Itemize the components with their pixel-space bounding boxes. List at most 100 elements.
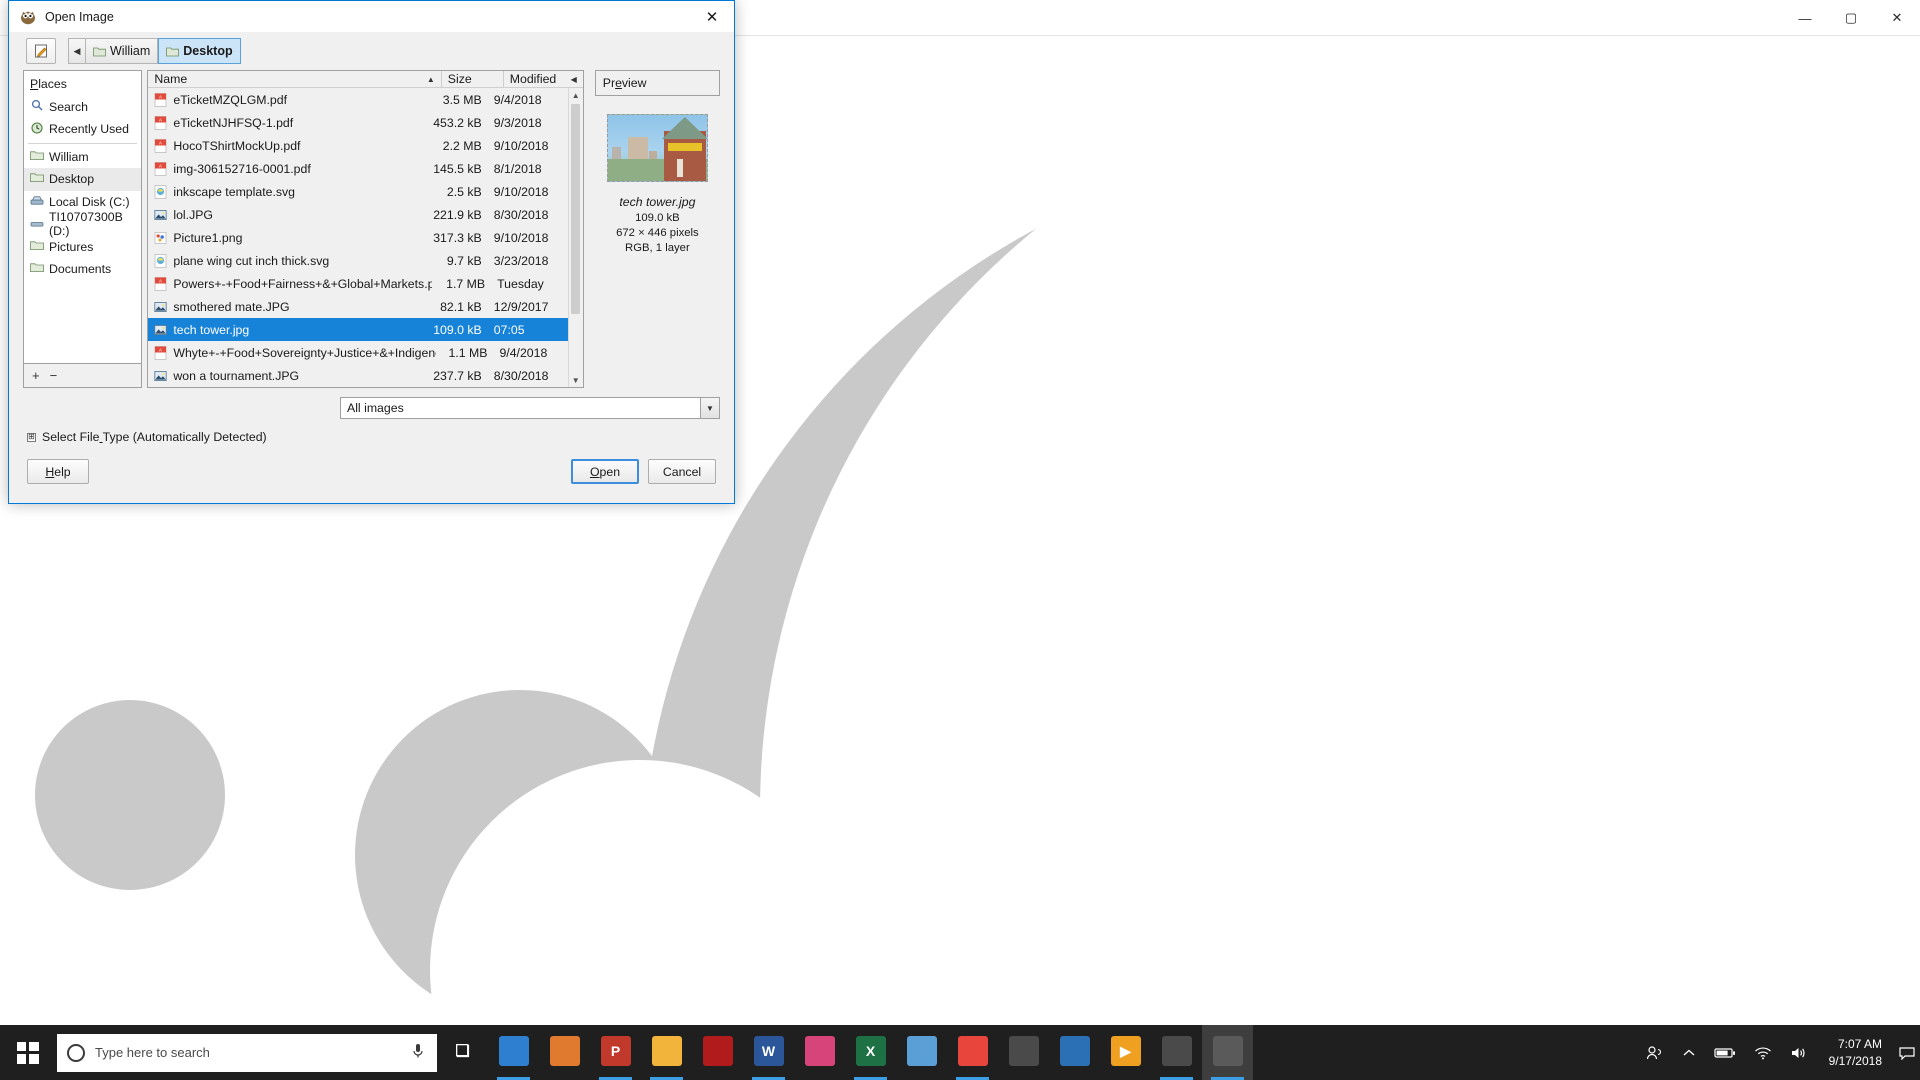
- sidebar-item-documents[interactable]: Documents: [24, 258, 141, 281]
- file-name-cell: inkscape template.svg: [148, 185, 425, 199]
- preview-color-info: RGB, 1 layer: [625, 242, 690, 254]
- calculator-icon[interactable]: [998, 1025, 1049, 1080]
- column-header-modified[interactable]: Modified ◀: [502, 71, 583, 87]
- column-header-name[interactable]: Name ▲: [148, 71, 440, 87]
- file-filter-value: All images: [347, 401, 404, 415]
- clock-icon: [29, 122, 44, 137]
- file-filter-select[interactable]: All images ▼: [340, 397, 720, 419]
- gimp-icon[interactable]: [1202, 1025, 1253, 1080]
- dialog-close-button[interactable]: ✕: [690, 1, 734, 32]
- add-place-button[interactable]: +: [32, 368, 40, 383]
- table-row[interactable]: inkscape template.svg 2.5 kB 9/10/2018: [148, 180, 567, 203]
- help-button[interactable]: Help: [27, 459, 89, 484]
- places-actions: + −: [23, 364, 143, 388]
- background-minimize-button[interactable]: —: [1782, 0, 1828, 36]
- sidebar-item-william-label: William: [49, 149, 89, 164]
- breadcrumb-william[interactable]: William: [86, 38, 159, 64]
- wallpaper-circle-small: [35, 700, 225, 890]
- paint3d-icon[interactable]: [794, 1025, 845, 1080]
- preview-panel: Preview tech tower.jpg 109.0 kB 672 × 44…: [594, 70, 720, 388]
- table-row[interactable]: won a tournament.JPG 237.7 kB 8/30/2018: [148, 364, 567, 387]
- file-modified-cell: 8/30/2018: [493, 368, 549, 383]
- svg-text:A: A: [159, 117, 162, 122]
- table-row[interactable]: A Whyte+-+Food+Sovereignty+Justice+&+Indi…: [148, 341, 567, 364]
- dialog-titlebar[interactable]: Open Image ✕: [9, 1, 734, 32]
- microphone-icon[interactable]: [409, 1043, 427, 1062]
- table-row[interactable]: Picture1.png 317.3 kB 9/10/2018: [148, 226, 567, 249]
- file-list-header: Name ▲ Size Modified ◀: [148, 71, 583, 88]
- mail-icon[interactable]: [1049, 1025, 1100, 1080]
- scroll-down-icon[interactable]: ▼: [572, 373, 580, 387]
- sidebar-item-desktop[interactable]: Desktop: [24, 168, 142, 191]
- image-icon: [154, 208, 168, 222]
- sidebar-item-pictures[interactable]: Pictures: [24, 236, 141, 259]
- table-row[interactable]: A HocoTShirtMockUp.pdf 2.2 MB 9/10/2018: [148, 134, 567, 157]
- open-button[interactable]: Open: [571, 459, 639, 484]
- notifications-icon[interactable]: [1894, 1025, 1920, 1080]
- remove-place-button[interactable]: −: [50, 368, 58, 383]
- word-icon[interactable]: W: [743, 1025, 794, 1080]
- table-row[interactable]: A Powers+-+Food+Fairness+&+Global+Markets…: [148, 272, 567, 295]
- sidebar-item-william[interactable]: William: [24, 146, 141, 169]
- file-size-cell: 221.9 kB: [433, 207, 482, 222]
- sidebar-item-recently-used[interactable]: Recently Used: [24, 118, 141, 141]
- pdf-icon: A: [154, 276, 167, 291]
- table-row[interactable]: lol.JPG 221.9 kB 8/30/2018: [148, 203, 567, 226]
- path-back-button[interactable]: ◀: [68, 38, 86, 64]
- table-row[interactable]: tech tower.jpg 109.0 kB 07:05: [148, 318, 568, 341]
- file-list-scrollbar[interactable]: ▲ ▼: [567, 88, 583, 387]
- media-player-icon[interactable]: ▶: [1100, 1025, 1151, 1080]
- acrobat-icon[interactable]: [692, 1025, 743, 1080]
- file-name-label: eTicketNJHFSQ-1.pdf: [173, 115, 294, 130]
- table-row[interactable]: plane wing cut inch thick.svg 9.7 kB 3/23/…: [148, 249, 567, 272]
- app-blue-icon[interactable]: [488, 1025, 539, 1080]
- show-hidden-icons-icon[interactable]: [1673, 1025, 1705, 1080]
- expand-icon[interactable]: ⊞: [27, 432, 36, 442]
- preview-header-label: Preview: [602, 76, 647, 90]
- sidebar-item-search-label: Search: [49, 99, 88, 114]
- chrome-icon[interactable]: [947, 1025, 998, 1080]
- sidebar-item-recently-used-label: Recently Used: [49, 122, 129, 137]
- cancel-button[interactable]: Cancel: [648, 459, 716, 484]
- file-modified-cell: 9/10/2018: [493, 138, 549, 153]
- scroll-up-icon[interactable]: ▲: [572, 88, 580, 102]
- clock[interactable]: 7:07 AM 9/17/2018: [1817, 1025, 1894, 1080]
- svg-text:A: A: [159, 163, 162, 168]
- photos-icon[interactable]: [896, 1025, 947, 1080]
- sidebar-item-documents-label: Documents: [49, 262, 112, 277]
- table-row[interactable]: Aimg-306152716-0001.pdf 145.5 kB 8/1/2018: [148, 157, 567, 180]
- breadcrumb-desktop[interactable]: Desktop: [158, 38, 241, 64]
- scrollbar-track[interactable]: [568, 102, 582, 373]
- select-file-type-expander[interactable]: ⊞ Select File Type (Automatically Detect…: [9, 419, 734, 444]
- firefox-icon[interactable]: [539, 1025, 590, 1080]
- powerpoint-icon[interactable]: P: [590, 1025, 641, 1080]
- type-location-icon[interactable]: [26, 38, 56, 64]
- file-size-cell: 2.5 kB: [446, 184, 482, 199]
- file-name-cell: lol.JPG: [148, 208, 425, 222]
- column-header-size[interactable]: Size: [440, 71, 503, 87]
- wifi-icon[interactable]: [1745, 1025, 1781, 1080]
- sidebar-item-pictures-label: Pictures: [49, 239, 94, 254]
- search-input[interactable]: Type here to search: [57, 1033, 437, 1072]
- task-view-icon[interactable]: ❏: [437, 1025, 488, 1080]
- sidebar-item-search[interactable]: Search: [24, 96, 141, 119]
- image-icon: [154, 300, 168, 314]
- background-close-button[interactable]: ✕: [1874, 0, 1920, 36]
- chevron-down-icon[interactable]: ▼: [700, 398, 719, 418]
- sidebar-item-desktop-label: Desktop: [49, 172, 95, 187]
- start-button[interactable]: [0, 1025, 55, 1080]
- search-icon: [67, 1043, 85, 1062]
- people-icon[interactable]: [1637, 1025, 1673, 1080]
- speaker-icon[interactable]: [1781, 1025, 1817, 1080]
- battery-icon[interactable]: [1705, 1025, 1745, 1080]
- file-explorer-icon[interactable]: [641, 1025, 692, 1080]
- inkscape-icon[interactable]: [1151, 1025, 1202, 1080]
- scrollbar-thumb[interactable]: [571, 104, 581, 314]
- table-row[interactable]: smothered mate.JPG 82.1 kB 12/9/2017: [148, 295, 567, 318]
- excel-icon[interactable]: X: [845, 1025, 896, 1080]
- sidebar-item-ti10707300b-d[interactable]: TI10707300B (D:): [24, 210, 141, 238]
- file-size-cell: 82.1 kB: [440, 299, 482, 314]
- table-row[interactable]: AeTicketMZQLGM.pdf 3.5 MB 9/4/2018: [148, 88, 567, 111]
- table-row[interactable]: AeTicketNJHFSQ-1.pdf 453.2 kB 9/3/2018: [148, 111, 567, 134]
- background-maximize-button[interactable]: ▢: [1828, 0, 1874, 36]
